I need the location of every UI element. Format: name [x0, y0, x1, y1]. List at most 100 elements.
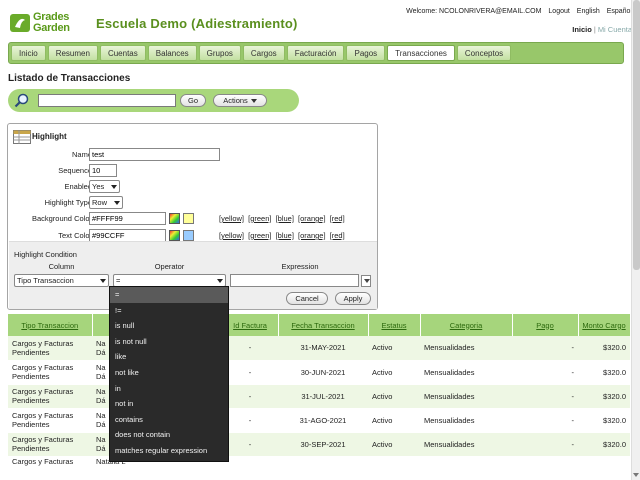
tab-cuentas[interactable]: Cuentas [99, 45, 146, 61]
id-factura-cell: - [222, 432, 278, 457]
color-picker-icon[interactable] [169, 230, 180, 241]
preset-green-link[interactable]: [green] [248, 231, 271, 240]
enabled-select[interactable]: Yes [89, 180, 120, 193]
tipo-cell: Cargos y Facturas Pendientes [8, 408, 92, 433]
tab-pagos[interactable]: Pagos [346, 45, 386, 61]
tab-transacciones[interactable]: Transacciones [387, 45, 455, 61]
operator-option[interactable]: not in [110, 396, 228, 412]
col-tipo-transaccion[interactable]: Tipo Transaccion [8, 314, 93, 336]
highlight-type-select[interactable]: Row [89, 196, 123, 209]
inicio-link[interactable]: Inicio [572, 25, 592, 34]
estatus-cell: Activo [368, 384, 420, 409]
table-row[interactable]: Cargos y Facturas Pendientes Na Dá - 31-MA… [8, 336, 630, 361]
tipo-cell: Cargos y Facturas [8, 456, 92, 470]
preset-red-link[interactable]: [red] [330, 214, 345, 223]
subnav-separator: | [593, 25, 596, 34]
operator-option[interactable]: != [110, 303, 228, 319]
tipo-line1: Cargos y Facturas [12, 411, 74, 420]
table-row[interactable]: Cargos y Facturas Pendientes Na Dá - 30-SE… [8, 432, 630, 457]
col-monto-cargo[interactable]: Monto Cargo [578, 314, 631, 336]
table-row[interactable]: Cargos y Facturas Pendientes Na Dá - 31-JU… [8, 384, 630, 409]
col-estatus[interactable]: Estatus [368, 314, 421, 336]
estatus-cell: Activo [368, 432, 420, 457]
condition-title: Highlight Condition [14, 250, 77, 259]
actions-menu-button[interactable]: Actions [213, 94, 267, 107]
preset-blue-link[interactable]: [blue] [276, 214, 294, 223]
tab-conceptos[interactable]: Conceptos [456, 45, 512, 61]
tipo-cell: Cargos y Facturas Pendientes [8, 360, 92, 385]
operator-option[interactable]: matches regular expression [110, 443, 228, 459]
go-button[interactable]: Go [180, 94, 206, 107]
table-row[interactable]: Cargos y Facturas Natalia L [8, 456, 630, 470]
preset-orange-link[interactable]: [orange] [298, 231, 326, 240]
tab-cargos[interactable]: Cargos [242, 45, 285, 61]
operator-option[interactable]: is null [110, 318, 228, 334]
operator-dropdown-list: = != is null is not null like not like i… [109, 286, 229, 462]
col-categoria[interactable]: Categoria [420, 314, 513, 336]
operator-option[interactable]: like [110, 349, 228, 365]
vertical-scrollbar[interactable] [631, 0, 640, 480]
color-picker-icon[interactable] [169, 213, 180, 224]
col-id-factura[interactable]: Id Factura [222, 314, 279, 336]
operator-option[interactable]: not like [110, 365, 228, 381]
sequence-field[interactable] [89, 164, 117, 177]
operator-option[interactable]: = [110, 287, 228, 303]
id-factura-cell: - [222, 360, 278, 385]
operator-option[interactable]: does not contain [110, 427, 228, 443]
tab-facturacion[interactable]: Facturación [286, 45, 345, 61]
table-row[interactable]: Cargos y Facturas Pendientes Na Dá - 31-AG… [8, 408, 630, 433]
monto-cell: $320.0 [578, 408, 630, 433]
cancel-button[interactable]: Cancel [286, 292, 328, 305]
grades-garden-logo[interactable]: Grades Garden [9, 11, 89, 35]
highlight-title: Highlight [32, 132, 67, 141]
background-color-presets: [yellow] [green] [blue] [orange] [red] [219, 214, 347, 223]
search-icon[interactable] [14, 93, 30, 108]
scrollbar-thumb[interactable] [633, 0, 640, 270]
background-color-field[interactable] [89, 212, 166, 225]
preset-red-link[interactable]: [red] [330, 231, 345, 240]
fecha-cell: 31-MAY-2021 [278, 336, 368, 361]
highlight-table-icon [13, 130, 31, 144]
operator-option[interactable]: in [110, 381, 228, 397]
scroll-down-icon[interactable] [633, 473, 639, 477]
preset-blue-link[interactable]: [blue] [276, 231, 294, 240]
mi-cuenta-link[interactable]: Mi Cuenta [598, 25, 632, 34]
est-line2: Dá [96, 420, 106, 429]
espanol-link[interactable]: Español [607, 8, 632, 15]
monto-cell: $320.0 [578, 384, 630, 409]
name-field[interactable] [89, 148, 220, 161]
apply-button[interactable]: Apply [335, 292, 371, 305]
preset-yellow-link[interactable]: [yellow] [219, 231, 244, 240]
est-line1: Na [96, 338, 106, 348]
tab-resumen[interactable]: Resumen [47, 45, 98, 61]
text-color-swatch [183, 230, 194, 241]
est-line1: Na [96, 435, 106, 444]
expression-field[interactable] [230, 274, 359, 287]
english-link[interactable]: English [577, 8, 600, 15]
logo-text-line2: Garden [33, 22, 70, 34]
operator-option[interactable]: contains [110, 412, 228, 428]
estatus-cell: Activo [368, 360, 420, 385]
categoria-cell: Mensualidades [420, 360, 512, 385]
table-row[interactable]: Cargos y Facturas Pendientes Na Dá - 30-JU… [8, 360, 630, 385]
operator-option[interactable]: is not null [110, 334, 228, 350]
preset-yellow-link[interactable]: [yellow] [219, 214, 244, 223]
column-select[interactable]: Tipo Transaccion [14, 274, 109, 287]
logout-link[interactable]: Logout [548, 8, 569, 15]
preset-green-link[interactable]: [green] [248, 214, 271, 223]
tab-inicio[interactable]: Inicio [11, 45, 46, 61]
expression-list-button[interactable] [361, 275, 371, 287]
search-input[interactable] [38, 94, 176, 107]
preset-orange-link[interactable]: [orange] [298, 214, 326, 223]
categoria-cell: Mensualidades [420, 408, 512, 433]
background-color-swatch [183, 213, 194, 224]
tab-grupos[interactable]: Grupos [198, 45, 241, 61]
operator-value: = [116, 276, 121, 285]
pago-cell: - [512, 408, 578, 433]
monto-cell: $320.0 [578, 336, 630, 361]
fecha-cell: 31-JUL-2021 [278, 384, 368, 409]
transactions-table: Tipo Transaccion Est Id Factura Fecha Tr… [8, 314, 631, 470]
col-fecha-transaccion[interactable]: Fecha Transaccion [278, 314, 369, 336]
col-pago[interactable]: Pago [512, 314, 579, 336]
tab-balances[interactable]: Balances [147, 45, 197, 61]
